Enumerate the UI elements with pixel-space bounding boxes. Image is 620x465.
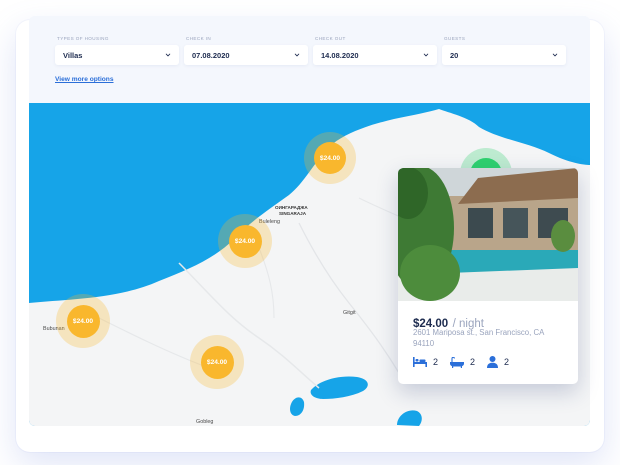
check-out-value: 14.08.2020 — [321, 50, 359, 60]
place-label: Gitgit — [343, 310, 356, 316]
chevron-down-icon — [552, 53, 558, 57]
check-in-value: 07.08.2020 — [192, 50, 230, 60]
housing-type-field: TYPES OF HOUSING Villas — [55, 36, 179, 65]
housing-type-label: TYPES OF HOUSING — [57, 36, 109, 41]
view-more-options-link[interactable]: View more options — [55, 76, 114, 83]
check-in-field: CHECK IN 07.08.2020 — [184, 36, 308, 65]
amenity-count: 2 — [433, 357, 439, 367]
chevron-down-icon — [165, 53, 171, 57]
price-marker-label: $24.00 — [200, 345, 234, 379]
check-in-select[interactable]: 07.08.2020 — [184, 45, 308, 65]
price-marker-label: $24.00 — [228, 224, 262, 258]
amenity-count: 2 — [504, 357, 510, 367]
price-marker[interactable]: $24.00 — [304, 132, 356, 184]
price-marker-label: $24.00 — [314, 142, 346, 174]
guests-field: GUESTS 20 — [442, 36, 566, 65]
bed-icon — [413, 357, 427, 367]
price-marker[interactable]: $24.00 — [56, 294, 110, 348]
place-label: Gobleg — [196, 419, 214, 425]
amenity-beds: 2 — [413, 357, 438, 367]
listing-card[interactable]: $24.00 / night 2601 Mariposa st., San Fr… — [398, 168, 578, 384]
guests-select[interactable]: 20 — [442, 45, 566, 65]
price-marker[interactable]: $24.00 — [218, 214, 272, 268]
amenity-baths: 2 — [450, 356, 476, 368]
chevron-down-icon — [294, 53, 300, 57]
search-filters: TYPES OF HOUSING Villas CHECK IN 07.08.2… — [29, 16, 590, 103]
person-icon — [487, 356, 499, 368]
place-label: SINGARAJA — [279, 211, 307, 216]
bathtub-icon — [450, 356, 465, 368]
amenity-count: 2 — [470, 357, 476, 367]
check-in-label: CHECK IN — [186, 36, 212, 41]
villa-photo — [398, 168, 578, 301]
check-out-select[interactable]: 14.08.2020 — [313, 45, 437, 65]
guests-label: GUESTS — [444, 36, 466, 41]
guests-value: 20 — [450, 50, 459, 60]
check-out-label: CHECK OUT — [315, 36, 346, 41]
check-out-field: CHECK OUT 14.08.2020 — [313, 36, 437, 65]
price-marker[interactable]: $24.00 — [190, 335, 244, 389]
chevron-down-icon — [423, 53, 429, 57]
place-label: ОИНГАРАДЖА — [275, 205, 308, 210]
housing-type-value: Villas — [63, 50, 83, 60]
amenities: 2 2 2 — [413, 356, 521, 368]
listing-address: 2601 Mariposa st., San Francisco, CA 941… — [413, 328, 544, 348]
housing-type-select[interactable]: Villas — [55, 45, 179, 65]
price-marker-label: $24.00 — [66, 304, 100, 338]
amenity-guests: 2 — [487, 356, 509, 368]
